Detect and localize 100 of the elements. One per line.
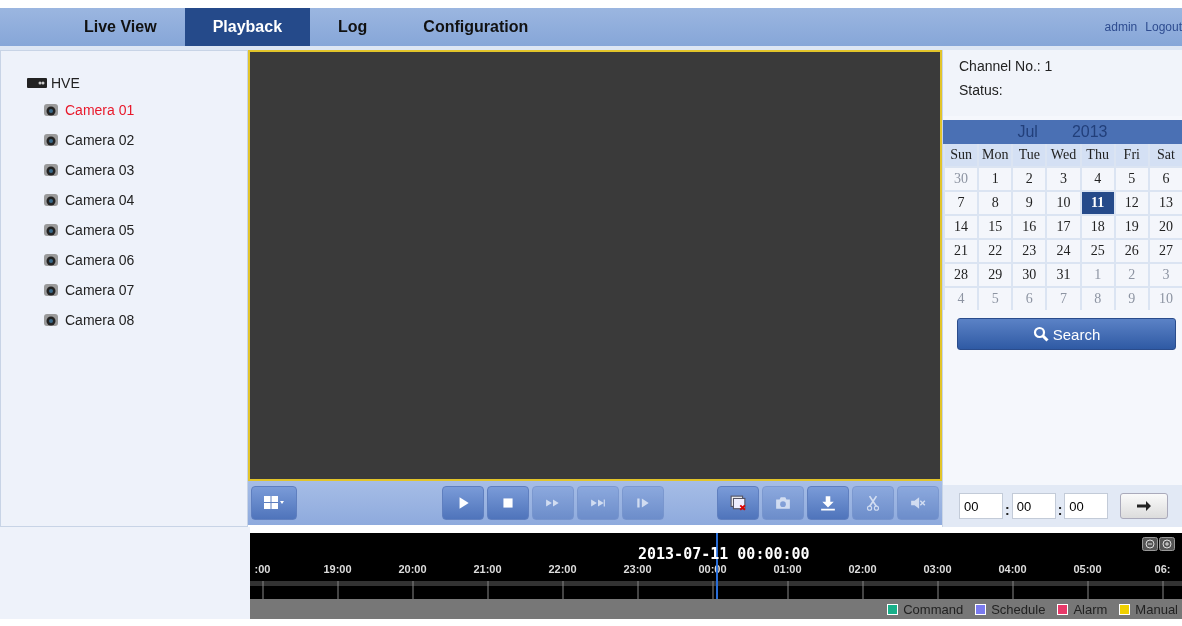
stop-all-button[interactable]: [717, 486, 759, 520]
download-icon: [820, 495, 836, 511]
tree-node[interactable]: HVE: [51, 75, 80, 91]
time-tick-label: :00: [253, 563, 272, 575]
calendar-day[interactable]: 25: [1081, 240, 1114, 262]
camera-icon: [43, 283, 59, 297]
play-button[interactable]: [442, 486, 484, 520]
logout-link[interactable]: Logout: [1145, 20, 1182, 34]
time-tick-label: 04:00: [997, 563, 1028, 575]
time-tick-label: 05:00: [1072, 563, 1103, 575]
calendar-day[interactable]: 6: [1149, 168, 1182, 190]
calendar-day[interactable]: 24: [1047, 240, 1080, 262]
calendar-day[interactable]: 2: [1013, 168, 1046, 190]
zoom-controls-icon[interactable]: [1142, 537, 1176, 551]
camera-icon: [43, 193, 59, 207]
camera-item[interactable]: Camera 03: [65, 162, 135, 178]
channel-label: Channel No.: 1: [959, 58, 1054, 74]
weekday-label: Sat: [1149, 144, 1182, 166]
calendar-day[interactable]: 3: [1047, 168, 1080, 190]
weekday-label: Wed: [1047, 144, 1080, 166]
camera-item[interactable]: Camera 05: [65, 222, 135, 238]
single-frame-icon: [635, 495, 651, 511]
camera-icon: [43, 133, 59, 147]
calendar-day[interactable]: 9: [1013, 192, 1046, 214]
camera-icon: [43, 223, 59, 237]
legend-label: Manual: [1135, 601, 1178, 617]
time-tick-label: 21:00: [472, 563, 503, 575]
camera-item[interactable]: Camera 07: [65, 282, 135, 298]
status-label: Status:: [959, 82, 1004, 98]
legend-label: Schedule: [991, 601, 1046, 617]
calendar-day[interactable]: 28: [945, 264, 978, 286]
calendar-day[interactable]: 5: [1115, 168, 1148, 190]
stop-all-icon: [730, 495, 746, 511]
calendar-day[interactable]: 30: [1013, 264, 1046, 286]
weekday-label: Sun: [945, 144, 978, 166]
hour-field[interactable]: 00: [959, 493, 1003, 519]
dvr-device-icon: [27, 78, 47, 88]
time-tick-label: 19:00: [322, 563, 353, 575]
arrow-right-icon: [1136, 501, 1153, 511]
camera-icon: [43, 163, 59, 177]
calendar-day[interactable]: 13: [1149, 192, 1182, 214]
calendar-day[interactable]: 27: [1149, 240, 1182, 262]
time-separator: :: [1005, 502, 1010, 518]
time-tick-label: 20:00: [397, 563, 428, 575]
calendar-day[interactable]: 15: [979, 216, 1012, 238]
calendar-day[interactable]: 18: [1081, 216, 1114, 238]
calendar-day[interactable]: 14: [945, 216, 978, 238]
time-tick-label: 23:00: [622, 563, 653, 575]
second-field[interactable]: 00: [1064, 493, 1109, 519]
calendar-day[interactable]: 16: [1013, 216, 1046, 238]
scissors-icon: [865, 495, 881, 511]
camera-icon: [43, 253, 59, 267]
calendar-day[interactable]: 26: [1115, 240, 1148, 262]
nav-tab[interactable]: Playback: [184, 8, 311, 46]
camera-icon: [43, 103, 59, 117]
speaker-icon: [910, 495, 926, 511]
calendar-day[interactable]: 10: [1047, 192, 1080, 214]
stop-button[interactable]: [487, 486, 529, 520]
time-tick-label: 06:: [1153, 563, 1172, 575]
calendar-day[interactable]: 31: [1047, 264, 1080, 286]
download-button[interactable]: [807, 486, 849, 520]
camera-item[interactable]: Camera 08: [65, 312, 135, 328]
search-button[interactable]: Search: [957, 318, 1176, 350]
nav-tab[interactable]: Live View: [84, 8, 185, 46]
go-button[interactable]: [1120, 493, 1169, 519]
calendar-day[interactable]: 29: [979, 264, 1012, 286]
time-tick-label: 02:00: [847, 563, 878, 575]
camera-item[interactable]: Camera 04: [65, 192, 135, 208]
calendar-day[interactable]: 8: [979, 192, 1012, 214]
legend-label: Alarm: [1073, 601, 1108, 617]
camera-item[interactable]: Camera 06: [65, 252, 135, 268]
minute-field[interactable]: 00: [1011, 493, 1056, 519]
weekday-label: Mon: [979, 144, 1012, 166]
calendar-day[interactable]: 11: [1081, 192, 1114, 214]
camera-icon: [775, 495, 791, 511]
time-tick-label: 22:00: [547, 563, 578, 575]
nav-tab[interactable]: Log: [310, 8, 396, 46]
calendar-day[interactable]: 1: [979, 168, 1012, 190]
camera-item[interactable]: Camera 01: [65, 102, 135, 118]
camera-icon: [43, 313, 59, 327]
nav-tab[interactable]: Configuration: [395, 8, 557, 46]
calendar-day[interactable]: 17: [1047, 216, 1080, 238]
time-separator: :: [1057, 502, 1063, 518]
search-icon: [1032, 326, 1049, 342]
layout-button[interactable]: [251, 486, 297, 520]
calendar-day[interactable]: 22: [979, 240, 1012, 262]
calendar-day[interactable]: 20: [1149, 216, 1182, 238]
username: admin: [1104, 20, 1138, 34]
calendar-day[interactable]: 12: [1115, 192, 1148, 214]
calendar-day[interactable]: 4: [1081, 168, 1114, 190]
calendar-day[interactable]: 7: [945, 192, 978, 214]
grid-layout-icon: [263, 495, 285, 511]
camera-item[interactable]: Camera 02: [65, 132, 135, 148]
weekday-label: Fri: [1115, 144, 1148, 166]
time-tick-label: 01:00: [772, 563, 803, 575]
calendar-day[interactable]: 19: [1115, 216, 1148, 238]
legend-label: Command: [903, 601, 964, 617]
stop-icon: [500, 495, 516, 511]
calendar-day[interactable]: 23: [1013, 240, 1046, 262]
calendar-day[interactable]: 21: [945, 240, 978, 262]
